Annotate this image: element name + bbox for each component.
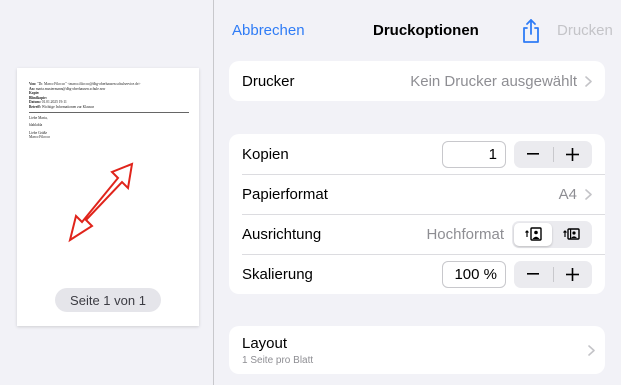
print-options-pane: Abbrechen Druckoptionen Drucken Drucker … bbox=[215, 0, 621, 385]
printer-row[interactable]: Drucker Kein Drucker ausgewählt bbox=[229, 61, 605, 101]
layout-label: Layout bbox=[242, 334, 288, 352]
orientation-value: Hochformat bbox=[426, 225, 504, 243]
copies-stepper bbox=[514, 140, 593, 168]
chevron-right-icon bbox=[585, 75, 592, 87]
email-greeting: Liebe Maria, bbox=[29, 115, 48, 120]
orientation-label: Ausrichtung bbox=[242, 225, 322, 243]
layout-group: Layout 1 Seite pro Blatt bbox=[229, 326, 605, 374]
portrait-button[interactable] bbox=[514, 222, 552, 246]
minus-icon bbox=[527, 153, 540, 155]
from-label: Von: bbox=[29, 82, 37, 86]
date-label: Datum: bbox=[29, 100, 41, 105]
printer-label: Drucker bbox=[242, 72, 295, 90]
print-preview-pane: Von: "Dr. Marco Filocco" <marco.filocco@… bbox=[0, 0, 214, 385]
plus-icon bbox=[566, 147, 580, 161]
subject-label: Betreff: bbox=[29, 104, 41, 109]
portrait-icon bbox=[525, 227, 542, 241]
scale-label: Skalierung bbox=[242, 265, 313, 283]
orientation-segmented-control bbox=[512, 220, 592, 248]
copies-increment-button[interactable] bbox=[554, 141, 593, 168]
navigation-bar: Abbrechen Druckoptionen Drucken bbox=[215, 0, 621, 58]
plus-icon bbox=[566, 267, 580, 281]
bcc-label: Blindkopie: bbox=[29, 95, 47, 100]
minus-icon bbox=[527, 273, 540, 275]
landscape-button[interactable] bbox=[552, 223, 590, 246]
paper-size-row[interactable]: Papierformat A4 bbox=[229, 174, 605, 214]
cc-label: Kopie: bbox=[29, 91, 40, 96]
copies-label: Kopien bbox=[242, 145, 289, 163]
scale-row: Skalierung 100 % bbox=[229, 254, 605, 294]
landscape-icon bbox=[563, 228, 580, 240]
cancel-button[interactable]: Abbrechen bbox=[232, 22, 305, 39]
copies-field[interactable]: 1 bbox=[442, 140, 506, 168]
email-body: blablabla bbox=[29, 123, 43, 128]
printer-group: Drucker Kein Drucker ausgewählt bbox=[229, 61, 605, 101]
printer-value: Kein Drucker ausgewählt bbox=[410, 72, 577, 90]
double-arrow-annotation-icon bbox=[68, 162, 134, 243]
to-label: An: bbox=[29, 86, 35, 91]
copies-row: Kopien 1 bbox=[229, 134, 605, 174]
chevron-right-icon bbox=[585, 188, 592, 200]
layout-row[interactable]: Layout 1 Seite pro Blatt bbox=[229, 326, 605, 374]
options-group: Kopien 1 Papierformat A4 Ausrichtung Hoc… bbox=[229, 134, 605, 294]
scale-stepper bbox=[514, 260, 593, 288]
copies-decrement-button[interactable] bbox=[514, 141, 553, 168]
chevron-right-icon bbox=[588, 345, 595, 356]
to-value: maria.mustermann@dhg-oberhausen.schule.n… bbox=[35, 86, 106, 91]
scale-field[interactable]: 100 % bbox=[442, 260, 506, 288]
print-button[interactable]: Drucken bbox=[557, 22, 613, 39]
paper-size-label: Papierformat bbox=[242, 185, 328, 203]
scale-decrement-button[interactable] bbox=[514, 261, 553, 288]
share-icon[interactable] bbox=[520, 18, 542, 44]
email-preview: Von: "Dr. Marco Filocco" <marco.filocco@… bbox=[29, 82, 189, 140]
layout-subtitle: 1 Seite pro Blatt bbox=[242, 354, 314, 366]
page-indicator: Seite 1 von 1 bbox=[55, 288, 161, 312]
orientation-row: Ausrichtung Hochformat bbox=[229, 214, 605, 254]
header-divider bbox=[29, 111, 189, 113]
email-signature: Marco Filocco bbox=[29, 135, 51, 140]
page-title: Druckoptionen bbox=[373, 22, 479, 39]
subject-value: Wichtige Informationen zur Klausur bbox=[41, 104, 94, 109]
paper-size-value: A4 bbox=[558, 185, 577, 203]
date-value: 01.01.2025 19:11 bbox=[41, 100, 67, 105]
scale-increment-button[interactable] bbox=[554, 261, 593, 288]
from-value: "Dr. Marco Filocco" <marco.filocco@dhg-o… bbox=[37, 82, 141, 86]
